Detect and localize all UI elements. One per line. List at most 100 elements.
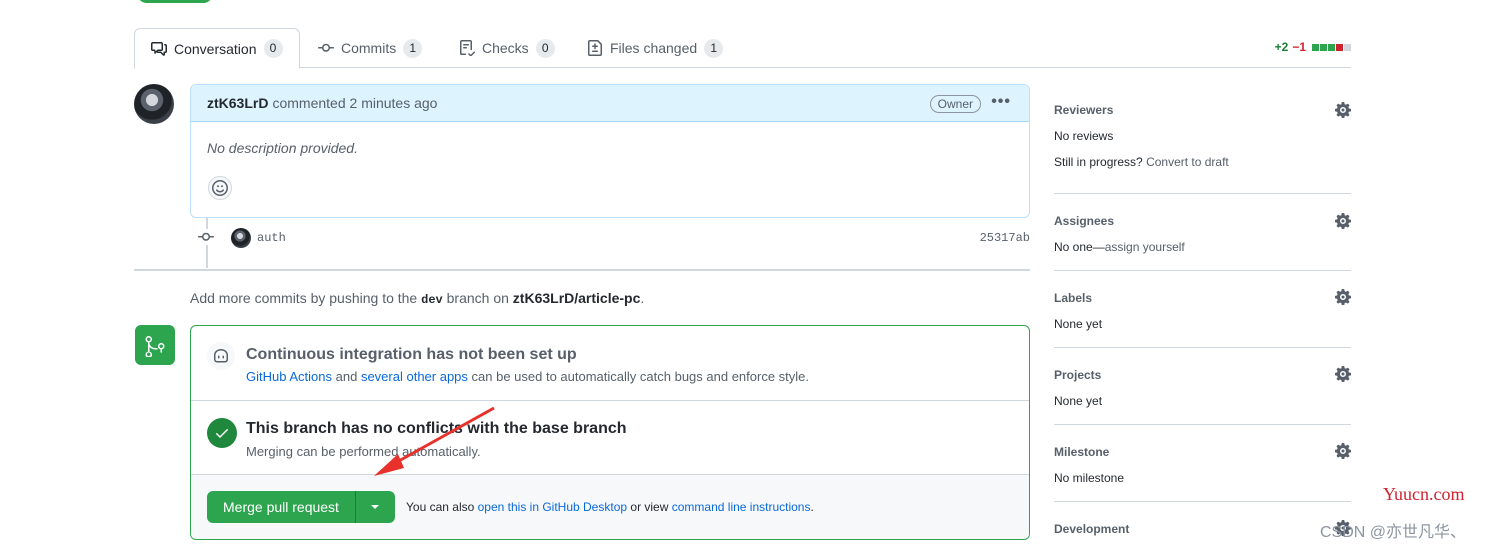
diffstat-block <box>1344 43 1351 51</box>
assign-yourself-link[interactable]: assign yourself <box>1105 240 1185 254</box>
tab-counter: 0 <box>263 39 283 58</box>
diffstat-block <box>1336 43 1343 51</box>
tab-commits[interactable]: Commits 1 <box>302 28 438 68</box>
author-avatar[interactable] <box>134 84 174 124</box>
command-line-instructions-link[interactable]: command line instructions <box>672 500 811 514</box>
sidebar-title[interactable]: Assignees <box>1054 214 1114 228</box>
sidebar-milestone: Milestone No milestone <box>1054 425 1352 502</box>
open-in-desktop-link[interactable]: open this in GitHub Desktop <box>478 500 627 514</box>
merge-method-dropdown[interactable] <box>355 491 395 523</box>
merge-box: Continuous integration has not been set … <box>190 325 1030 540</box>
diffstat-block <box>1328 43 1335 51</box>
gear-icon[interactable] <box>1334 443 1352 460</box>
push-hint-prefix: Add more commits by pushing to the <box>190 290 418 306</box>
sidebar-projects: Projects None yet <box>1054 348 1352 425</box>
gear-icon[interactable] <box>1334 213 1352 230</box>
also-suffix: . <box>810 500 814 514</box>
comment-header: ztK63LrD commented 2 minutes ago <box>191 85 1029 122</box>
tab-conversation[interactable]: Conversation 0 <box>134 28 300 69</box>
commit-author-avatar[interactable] <box>231 228 251 248</box>
convert-to-draft-link[interactable]: Convert to draft <box>1146 155 1229 169</box>
tab-label: Conversation <box>174 40 257 57</box>
sidebar-assignees: Assignees No one—assign yourself <box>1054 194 1352 271</box>
annotation-arrow <box>374 406 495 476</box>
check-icon <box>216 429 228 438</box>
kebab-menu-icon[interactable]: ••• <box>991 93 1011 111</box>
draft-hint-prefix: Still in progress? <box>1054 155 1143 169</box>
sidebar-development: Development <box>1054 502 1352 547</box>
diffstat-additions: +2 <box>1274 40 1289 54</box>
tab-counter: 1 <box>403 38 423 58</box>
file-diff-icon <box>588 40 602 56</box>
projects-value: None yet <box>1054 394 1103 408</box>
diffstat-block <box>1320 43 1327 51</box>
timeline-divider <box>134 269 1030 271</box>
comment-time[interactable]: 2 minutes ago <box>350 95 438 111</box>
conflicts-section: This branch has no conflicts with the ba… <box>191 401 1029 475</box>
push-hint-suffix: . <box>640 290 645 306</box>
commit-icon <box>318 43 334 52</box>
labels-value: None yet <box>1054 317 1103 331</box>
diffstat-deletions: −1 <box>1292 40 1306 54</box>
sidebar-title[interactable]: Development <box>1054 522 1129 536</box>
assignees-value: No one—assign yourself <box>1054 240 1185 254</box>
conversation-icon <box>151 41 167 56</box>
github-actions-link[interactable]: GitHub Actions <box>246 369 332 384</box>
diffstat: +2 −1 <box>1275 40 1351 54</box>
smiley-icon <box>212 180 228 196</box>
merge-button-group: Merge pull request <box>207 491 395 523</box>
diffstat-block <box>1312 43 1319 51</box>
also-middle: or view <box>630 500 669 514</box>
tab-label: Commits <box>341 40 397 56</box>
sidebar-title[interactable]: Milestone <box>1054 445 1109 459</box>
repo-name: ztK63LrD/article-pc <box>512 290 641 306</box>
milestone-value: No milestone <box>1054 471 1125 485</box>
tab-label: Checks <box>482 40 529 56</box>
tab-counter: 1 <box>704 38 724 58</box>
tab-checks[interactable]: Checks 0 <box>443 28 571 68</box>
push-hint-middle: branch on <box>446 290 509 306</box>
timeline-commit: auth 25317ab <box>198 226 1030 250</box>
checklist-icon <box>460 40 475 56</box>
pr-tabnav: Conversation 0 Commits 1 Checks 0 Files … <box>134 28 1351 69</box>
git-merge-icon <box>145 336 165 357</box>
tab-counter: 0 <box>535 38 555 58</box>
assignees-prefix: No one— <box>1054 240 1105 254</box>
merge-pull-request-button[interactable]: Merge pull request <box>207 491 356 523</box>
sidebar-title[interactable]: Reviewers <box>1054 103 1113 117</box>
merge-alternatives: You can also open this in GitHub Desktop… <box>406 500 814 514</box>
gear-icon[interactable] <box>1334 366 1352 383</box>
ci-description: GitHub Actions and several other apps ca… <box>246 369 809 384</box>
watermark-site: Yuucn.com <box>1383 484 1465 504</box>
sidebar-title[interactable]: Projects <box>1054 368 1101 382</box>
add-reaction-button[interactable] <box>208 176 232 200</box>
pr-description-comment: ztK63LrD commented 2 minutes ago Owner •… <box>190 84 1030 218</box>
owner-badge: Owner <box>929 95 981 113</box>
ci-rest: can be used to automatically catch bugs … <box>471 369 810 384</box>
tab-label: Files changed <box>610 40 698 56</box>
commit-message[interactable]: auth <box>257 231 286 245</box>
gear-icon[interactable] <box>1334 289 1352 306</box>
diffstat-blocks <box>1312 43 1351 51</box>
reviewers-value: No reviews <box>1054 129 1114 143</box>
push-hint: Add more commits by pushing to the dev b… <box>190 290 644 307</box>
tab-files-changed[interactable]: Files changed 1 <box>571 28 739 68</box>
gear-icon[interactable] <box>1334 102 1352 119</box>
commit-node <box>198 228 214 248</box>
draft-hint: Still in progress? Convert to draft <box>1054 155 1229 169</box>
ci-icon <box>207 342 235 370</box>
sidebar-labels: Labels None yet <box>1054 271 1352 348</box>
check-circle-icon <box>207 418 237 448</box>
sidebar-title[interactable]: Labels <box>1054 291 1092 305</box>
sidebar-reviewers: Reviewers No reviews Still in progress? … <box>1054 84 1352 194</box>
comment-author[interactable]: ztK63LrD <box>207 95 268 111</box>
robot-icon <box>214 349 228 363</box>
commit-sha[interactable]: 25317ab <box>980 231 1030 245</box>
ci-section: Continuous integration has not been set … <box>191 326 1029 401</box>
merge-status-icon <box>135 325 175 365</box>
caret-down-icon <box>371 505 380 509</box>
merge-actions: Merge pull request You can also open thi… <box>191 475 1029 539</box>
commit-icon <box>198 228 214 245</box>
ci-title: Continuous integration has not been set … <box>246 346 577 363</box>
other-apps-link[interactable]: several other apps <box>361 369 468 384</box>
